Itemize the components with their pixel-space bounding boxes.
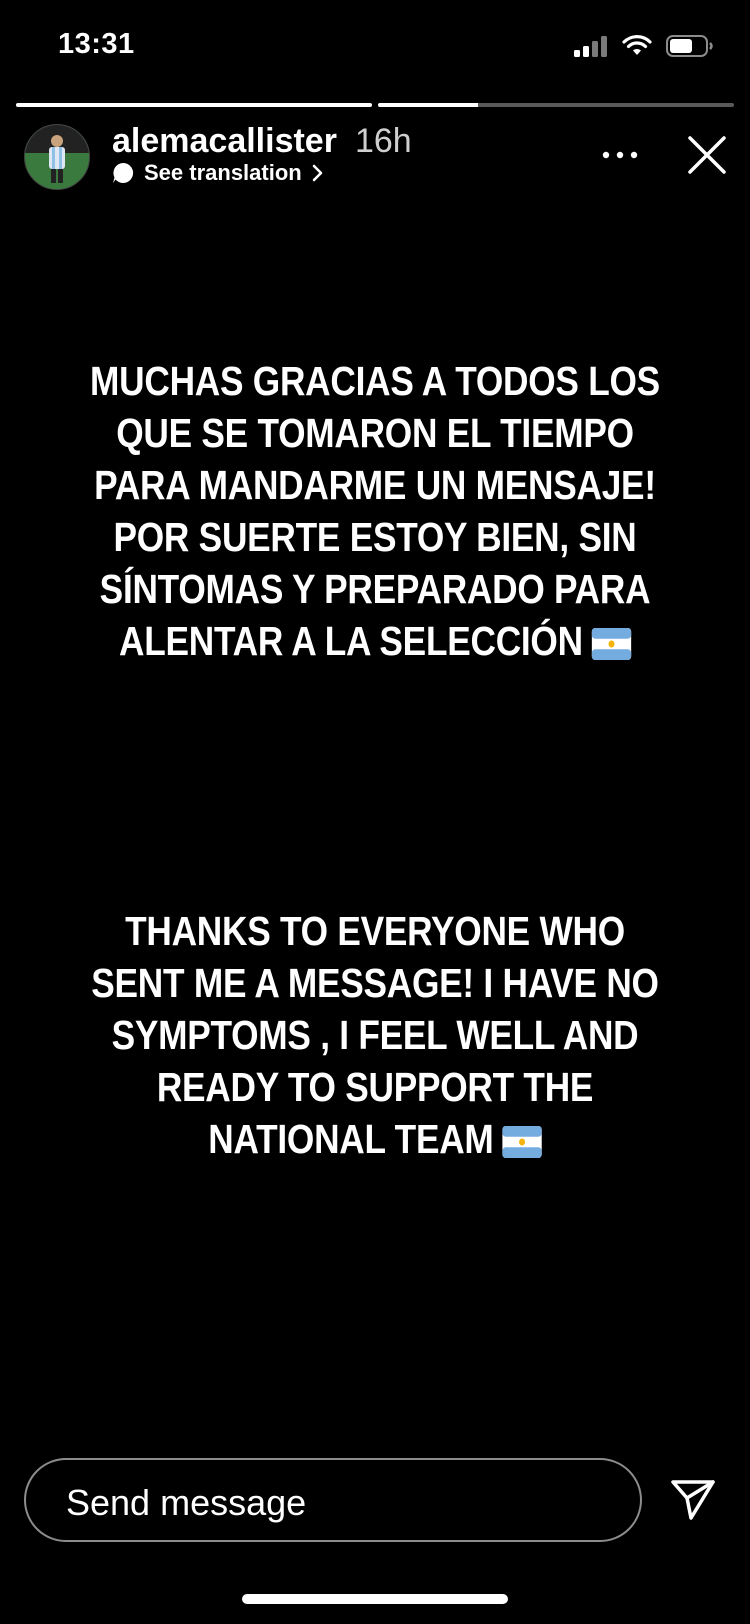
more-dots-icon xyxy=(602,151,638,159)
progress-segment-2 xyxy=(378,103,734,107)
time-ago: 16h xyxy=(354,122,412,160)
username-row: alemacallister 16h xyxy=(112,122,412,161)
send-button[interactable] xyxy=(670,1476,716,1522)
send-message-input[interactable]: Send message xyxy=(24,1458,642,1542)
progress-fill-2 xyxy=(378,103,478,107)
story-text-english: THANKS TO EVERYONE WHO SENT ME A MESSAGE… xyxy=(53,905,698,1165)
close-icon xyxy=(688,136,726,174)
close-button[interactable] xyxy=(684,132,730,178)
avatar-image xyxy=(25,125,89,189)
status-time: 13:31 xyxy=(58,28,135,60)
status-bar: 13:31 xyxy=(0,0,750,90)
progress-segment-1 xyxy=(16,103,372,107)
argentina-flag-icon xyxy=(502,1126,542,1159)
battery-icon xyxy=(666,35,713,57)
story-text-english-content: THANKS TO EVERYONE WHO SENT ME A MESSAGE… xyxy=(91,908,659,1162)
wifi-icon xyxy=(622,35,652,55)
translate-bubble-icon xyxy=(113,162,134,183)
progress-fill-1 xyxy=(16,103,372,107)
send-message-placeholder: Send message xyxy=(66,1482,307,1523)
story-progress xyxy=(16,103,734,107)
see-translation-label: See translation xyxy=(144,160,302,185)
story-text-spanish: MUCHAS GRACIAS A TODOS LOS QUE SE TOMARO… xyxy=(53,355,698,667)
home-indicator xyxy=(242,1594,508,1604)
cellular-signal-icon xyxy=(574,36,607,57)
avatar[interactable] xyxy=(24,124,90,190)
see-translation-button[interactable]: See translation xyxy=(112,160,324,186)
chevron-right-icon xyxy=(312,164,322,182)
status-icons xyxy=(574,30,714,62)
story-text-spanish-content: MUCHAS GRACIAS A TODOS LOS QUE SE TOMARO… xyxy=(90,358,660,664)
send-paper-plane-icon xyxy=(671,1480,715,1520)
story-header: alemacallister 16h See translation xyxy=(0,118,750,198)
argentina-flag-icon xyxy=(591,628,631,661)
more-options-button[interactable] xyxy=(598,140,642,170)
username[interactable]: alemacallister xyxy=(112,122,337,161)
